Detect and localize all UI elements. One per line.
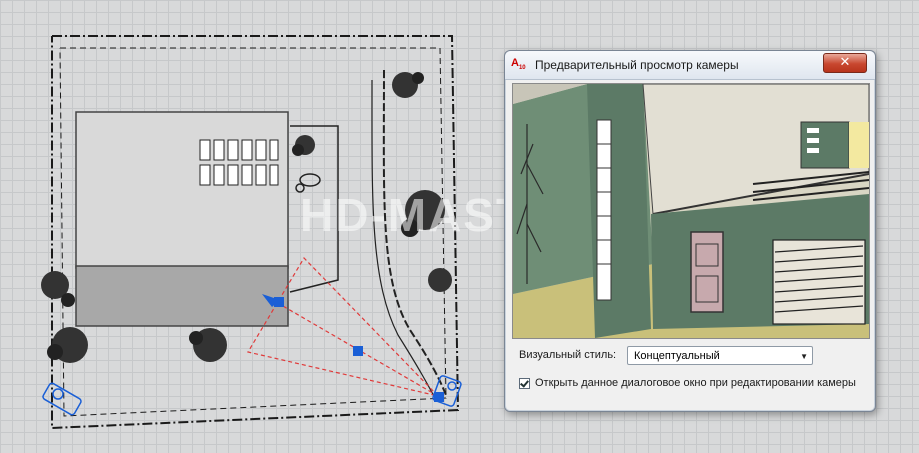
camera-preview-dialog[interactable]: A10 Предварительный просмотр камеры ✕ Ви… xyxy=(504,50,876,412)
camera-lens-grip[interactable] xyxy=(353,346,363,356)
camera-preview-viewport xyxy=(512,83,870,339)
visual-style-value: Концептуальный xyxy=(634,350,720,362)
chevron-down-icon: ▼ xyxy=(800,352,808,361)
app-icon-version: 10 xyxy=(518,65,526,72)
house-shadow xyxy=(75,265,289,327)
close-icon: ✕ xyxy=(839,55,851,70)
reopen-dialog-checkbox-label[interactable]: Открыть данное диалоговое окно при редак… xyxy=(535,377,856,389)
camera-icon-secondary[interactable] xyxy=(42,382,82,416)
close-button[interactable]: ✕ xyxy=(823,53,867,73)
title-bar[interactable]: A10 Предварительный просмотр камеры ✕ xyxy=(505,51,875,80)
reopen-dialog-checkbox[interactable] xyxy=(519,378,530,389)
house-roof xyxy=(75,111,289,269)
visual-style-dropdown[interactable]: Концептуальный ▼ xyxy=(627,346,813,365)
visual-style-label: Визуальный стиль: xyxy=(519,349,617,361)
autocad-icon: A10 xyxy=(511,57,533,73)
dialog-title: Предварительный просмотр камеры xyxy=(535,58,739,72)
app-icon-letter: A xyxy=(511,57,519,69)
